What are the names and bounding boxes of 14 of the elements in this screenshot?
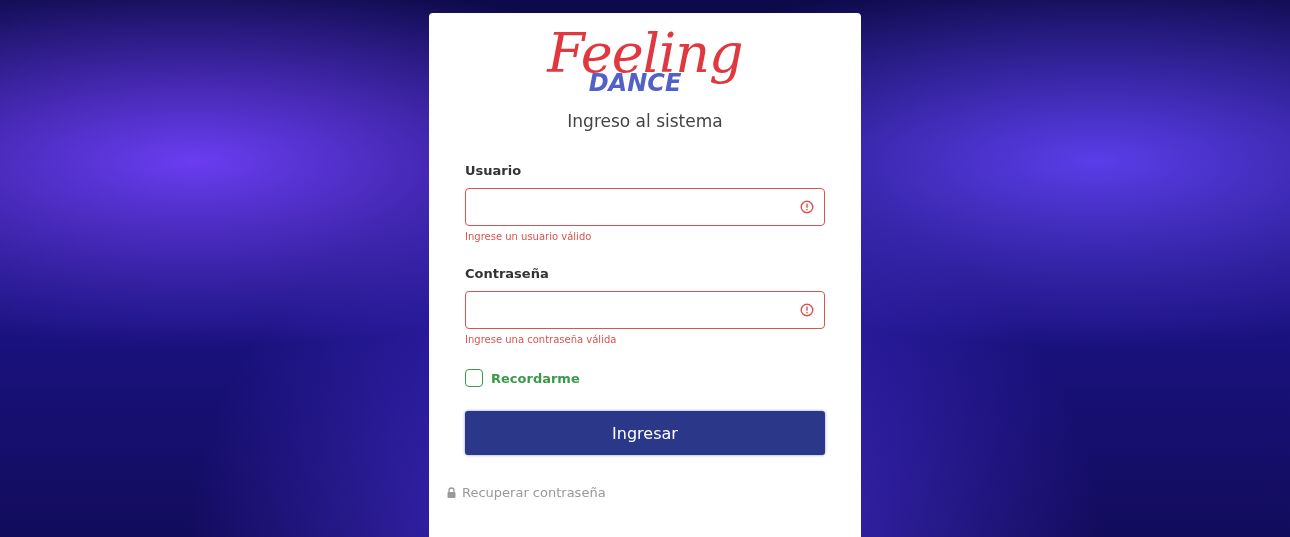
recover-password-link[interactable]: Recuperar contraseña <box>447 485 825 500</box>
lock-icon <box>447 487 456 498</box>
error-message: Ingrese una contraseña válida <box>465 334 618 345</box>
field-label: Contraseña <box>465 266 550 281</box>
login-title: Ingreso al sistema <box>566 111 724 131</box>
input-field[interactable] <box>465 188 825 226</box>
field-label: Usuario <box>465 163 523 178</box>
error-message: Ingrese un usuario válido <box>465 231 593 242</box>
input-field[interactable] <box>465 291 825 329</box>
error-icon <box>800 200 814 214</box>
login-button[interactable]: Ingresar <box>465 411 825 455</box>
remember-label[interactable]: Recordarme <box>491 370 580 386</box>
error-icon <box>800 303 814 317</box>
remember-checkbox[interactable] <box>465 369 483 387</box>
